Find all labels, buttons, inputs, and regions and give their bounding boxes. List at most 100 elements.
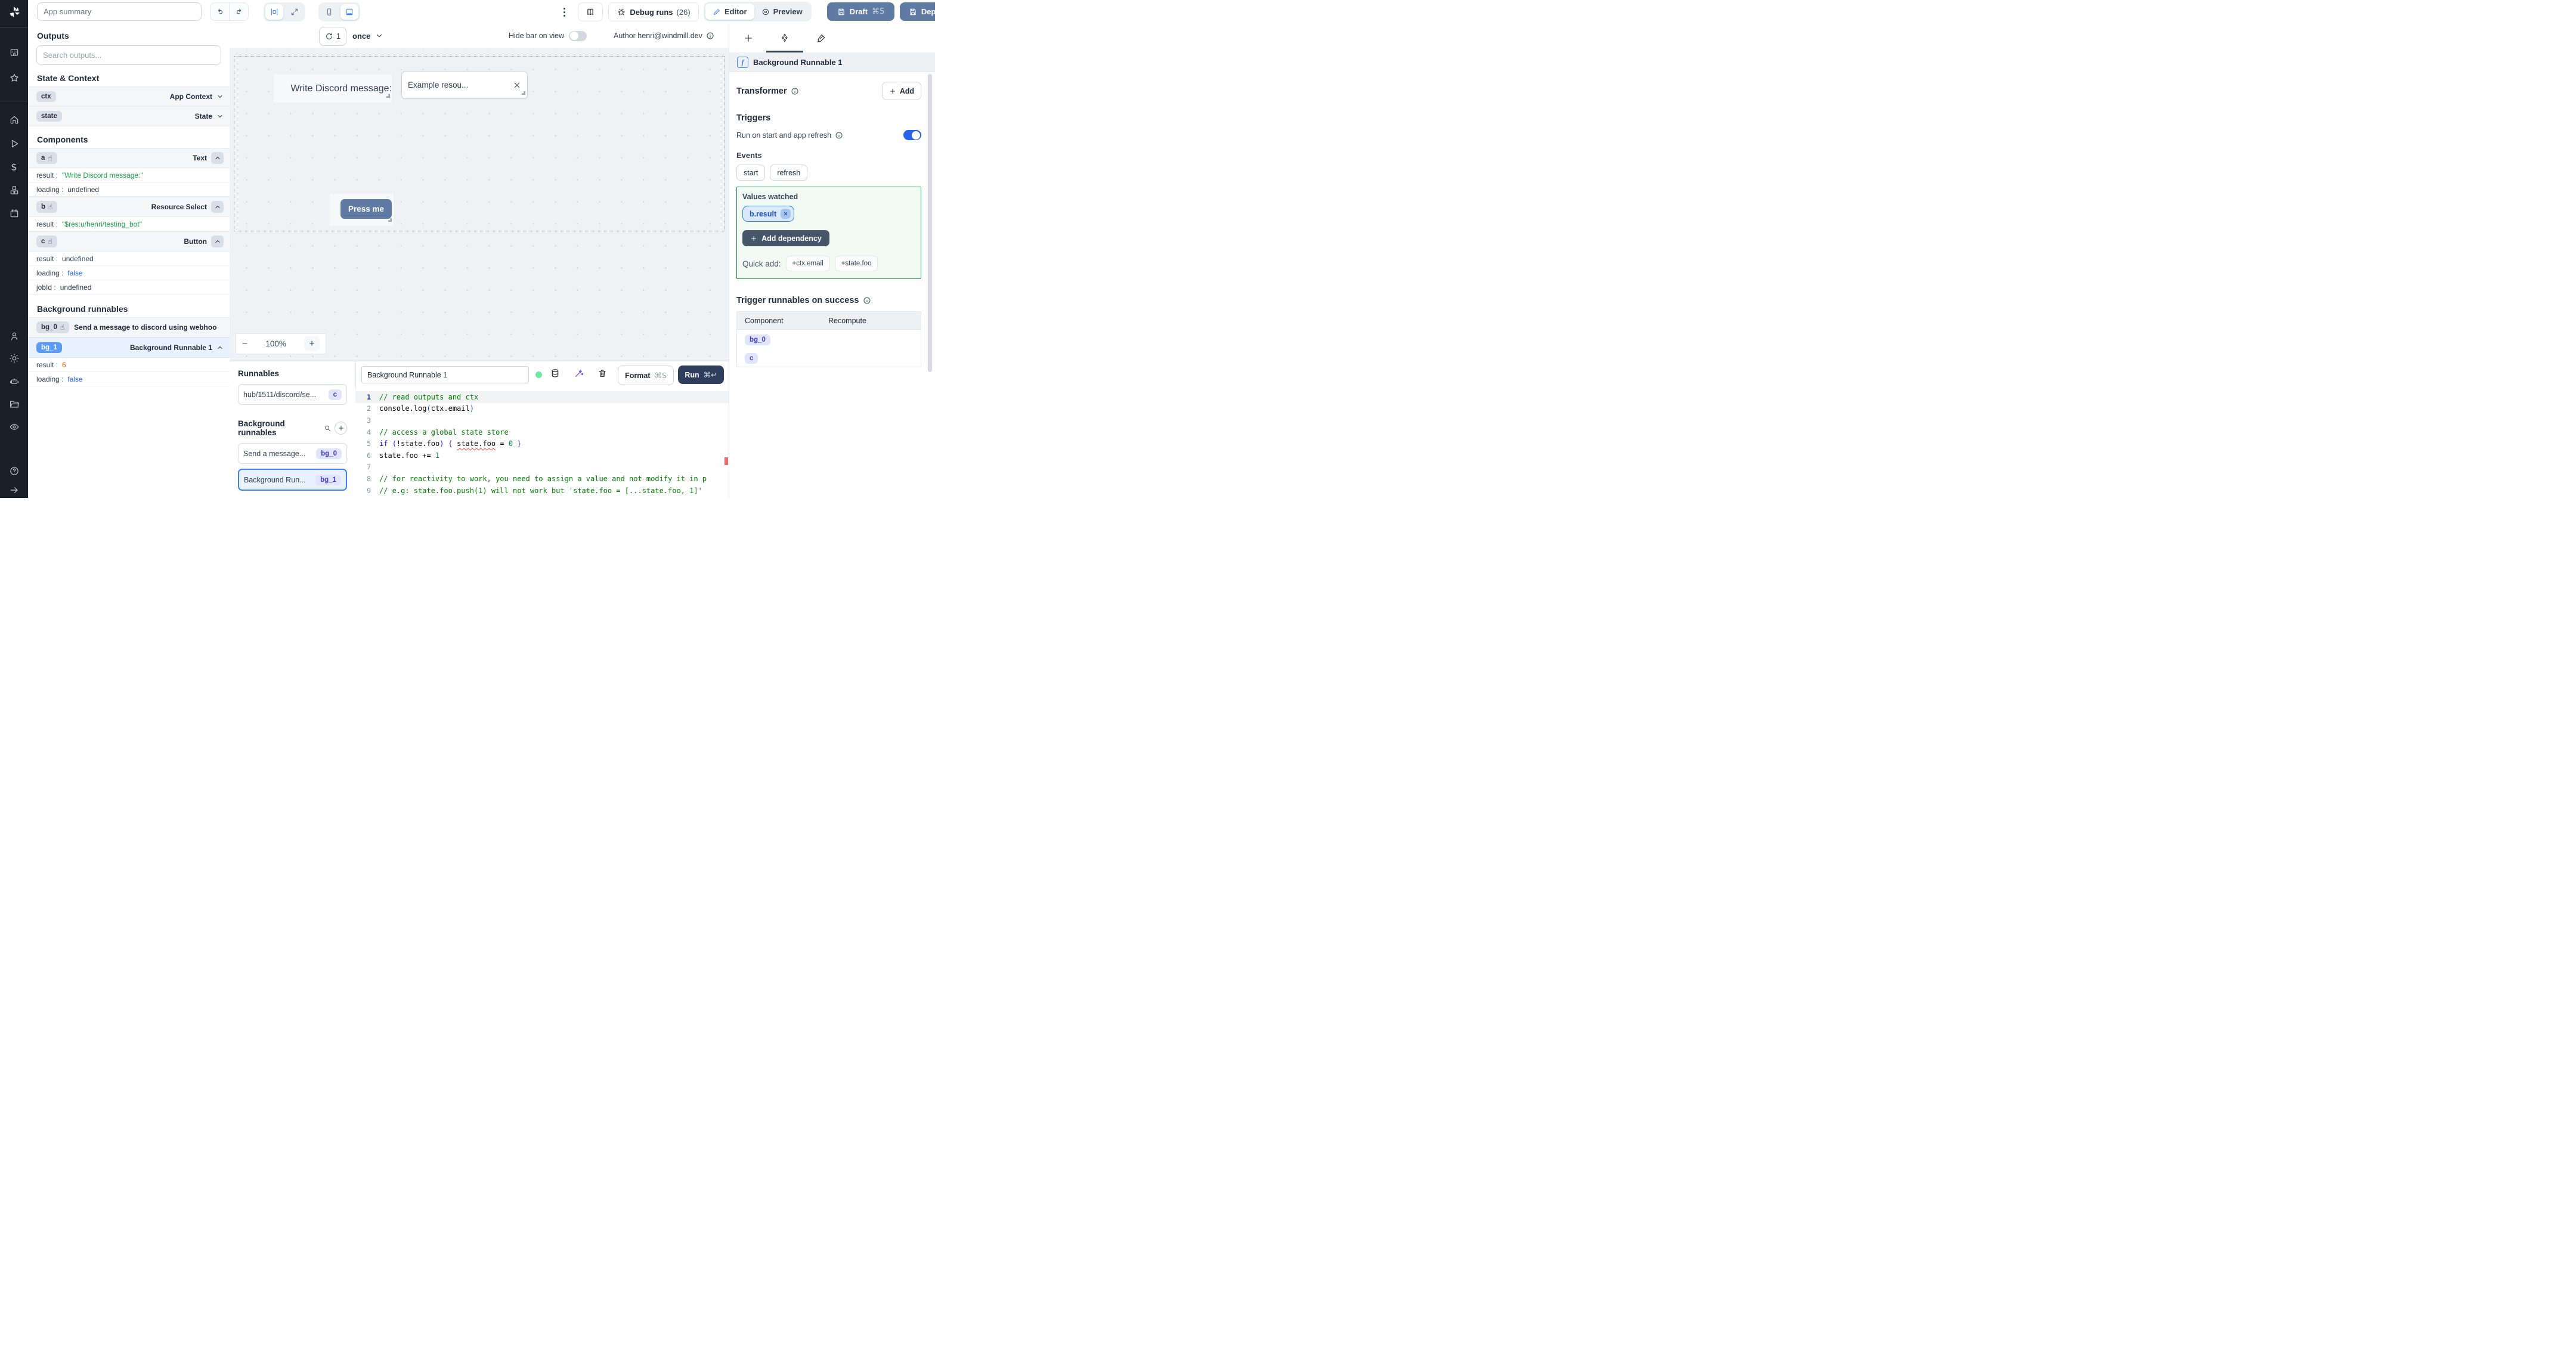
- zoom-in-button[interactable]: +: [304, 336, 320, 351]
- add-dependency-button[interactable]: Add dependency: [742, 230, 829, 246]
- more-menu-icon[interactable]: [564, 8, 565, 17]
- theme-brush-tab-icon[interactable]: [814, 31, 828, 45]
- search-icon[interactable]: [324, 425, 331, 432]
- app-canvas[interactable]: Write Discord message: Example resou... …: [230, 48, 729, 361]
- desktop-preview-button[interactable]: [340, 4, 358, 20]
- output-row-ctx[interactable]: ctx App Context: [28, 86, 230, 107]
- collapse-arrow-icon[interactable]: [9, 485, 19, 495]
- zoom-out-button[interactable]: −: [242, 339, 247, 349]
- tab-preview[interactable]: Preview: [754, 4, 810, 20]
- collapse-chevron-up-icon[interactable]: [211, 152, 224, 164]
- button-component-cell[interactable]: Press me: [330, 194, 394, 225]
- info-icon[interactable]: [835, 131, 843, 140]
- help-icon[interactable]: [9, 466, 19, 476]
- component-row-b[interactable]: b ☝ Resource Select: [28, 197, 230, 217]
- state-type-label: State: [194, 112, 212, 120]
- add-transformer-button[interactable]: Add: [882, 82, 921, 100]
- author-info: Author henri@windmill.dev: [614, 27, 714, 45]
- variables-icon[interactable]: $: [11, 162, 17, 173]
- component-row-c[interactable]: c ☝ Button: [28, 231, 230, 252]
- settings-gear-icon[interactable]: [9, 354, 19, 364]
- docs-book-button[interactable]: [578, 2, 603, 21]
- component-row-a[interactable]: a ☝ Text: [28, 148, 230, 168]
- info-icon[interactable]: [791, 87, 799, 95]
- remove-watched-x-icon[interactable]: [781, 209, 791, 219]
- workers-robot-icon[interactable]: [9, 377, 19, 387]
- info-icon[interactable]: [863, 296, 871, 305]
- events-title: Events: [736, 151, 762, 160]
- chevron-down-icon[interactable]: [216, 93, 224, 100]
- runnable-item-bg1-selected[interactable]: Background Run... bg_1: [238, 469, 347, 491]
- chevron-down-icon[interactable]: [216, 113, 224, 120]
- c-component-badge[interactable]: c: [745, 352, 758, 364]
- background-row-bg0[interactable]: bg_0 ☝ Send a message to discord using we…: [28, 317, 230, 337]
- audit-eye-icon[interactable]: [9, 422, 19, 432]
- clear-x-icon[interactable]: [513, 81, 521, 89]
- runnable-name-input[interactable]: [361, 366, 529, 383]
- info-icon[interactable]: [706, 32, 714, 40]
- run-on-start-toggle[interactable]: [903, 130, 921, 140]
- resource-select-component[interactable]: Example resou...: [401, 71, 528, 99]
- resources-icon[interactable]: [9, 185, 19, 196]
- windmill-logo-icon[interactable]: [8, 6, 20, 18]
- app-summary-input[interactable]: [37, 2, 202, 21]
- background-row-bg1-selected[interactable]: bg_1 Background Runnable 1: [28, 337, 230, 358]
- hide-bar-toggle[interactable]: [569, 30, 587, 41]
- deploy-button[interactable]: Deploy: [900, 2, 935, 21]
- frequency-dropdown[interactable]: once: [352, 27, 383, 45]
- workspace-icon[interactable]: [9, 48, 19, 58]
- ai-wand-icon[interactable]: [574, 368, 584, 378]
- watched-value-chip[interactable]: b.result: [742, 206, 795, 222]
- runnable-item-main[interactable]: hub/1511/discord/se... c: [238, 384, 347, 405]
- draft-shortcut: ⌘S: [872, 7, 885, 16]
- bg0-component-badge[interactable]: bg_0: [745, 334, 770, 345]
- component-b-type: Resource Select: [151, 203, 207, 211]
- code-editor[interactable]: 1 // read outputs and ctx 2 console.log(…: [355, 389, 729, 498]
- panel-scrollbar[interactable]: [928, 74, 932, 372]
- center-layout-button[interactable]: [265, 4, 283, 20]
- add-background-runnable-button[interactable]: [335, 422, 347, 435]
- output-row-state[interactable]: state State: [28, 107, 230, 126]
- event-chip-start[interactable]: start: [736, 165, 766, 181]
- runnable-item-bg0[interactable]: Send a message... bg_0: [238, 443, 347, 464]
- search-outputs-input[interactable]: [36, 45, 221, 65]
- table-row: c: [737, 348, 921, 367]
- settings-tab-components-icon[interactable]: [778, 31, 792, 45]
- draft-button[interactable]: Draft ⌘S: [827, 2, 894, 21]
- resize-handle-icon[interactable]: [386, 91, 391, 101]
- draft-label: Draft: [849, 7, 868, 16]
- collapse-chevron-up-icon[interactable]: [211, 201, 224, 213]
- redo-button[interactable]: [229, 3, 248, 20]
- folders-icon[interactable]: [9, 399, 19, 410]
- delete-trash-icon[interactable]: [597, 368, 607, 378]
- debug-runs-button[interactable]: Debug runs (26): [608, 2, 699, 21]
- event-chip-refresh[interactable]: refresh: [770, 165, 808, 181]
- home-icon[interactable]: [9, 115, 19, 125]
- refresh-count-button[interactable]: 1: [319, 27, 346, 46]
- runs-icon[interactable]: [9, 139, 19, 149]
- insert-component-tab-plus-icon[interactable]: [741, 31, 756, 45]
- quick-add-ctx-email[interactable]: +ctx.email: [785, 256, 830, 271]
- resize-handle-icon[interactable]: [388, 215, 392, 224]
- datasource-icon[interactable]: [550, 368, 560, 378]
- undo-button[interactable]: [210, 3, 229, 20]
- favorites-star-icon[interactable]: [9, 73, 19, 83]
- press-me-button[interactable]: Press me: [340, 199, 392, 219]
- output-kv-row: resultundefined: [28, 252, 230, 266]
- bg0-label: Send a message to discord using webhoo: [74, 323, 217, 332]
- collapse-chevron-up-icon[interactable]: [211, 236, 224, 247]
- top-toolbar: Debug runs (26) Editor Preview Draft ⌘S …: [28, 0, 935, 24]
- tab-editor[interactable]: Editor: [705, 4, 754, 20]
- chevron-up-icon[interactable]: [216, 344, 224, 351]
- mobile-preview-button[interactable]: [320, 4, 338, 20]
- outputs-panel: Outputs State & Context ctx App Context …: [28, 24, 230, 498]
- text-component[interactable]: Write Discord message:: [274, 75, 392, 103]
- run-button[interactable]: Run ⌘↵: [678, 366, 724, 384]
- component-c-badge: c ☝: [36, 236, 57, 247]
- users-icon[interactable]: [9, 332, 19, 342]
- quick-add-state-foo[interactable]: +state.foo: [834, 256, 878, 271]
- fullscreen-layout-button[interactable]: [286, 4, 304, 20]
- resize-handle-icon[interactable]: [521, 88, 526, 97]
- format-button[interactable]: Format ⌘S: [618, 366, 674, 385]
- schedules-icon[interactable]: [9, 209, 19, 219]
